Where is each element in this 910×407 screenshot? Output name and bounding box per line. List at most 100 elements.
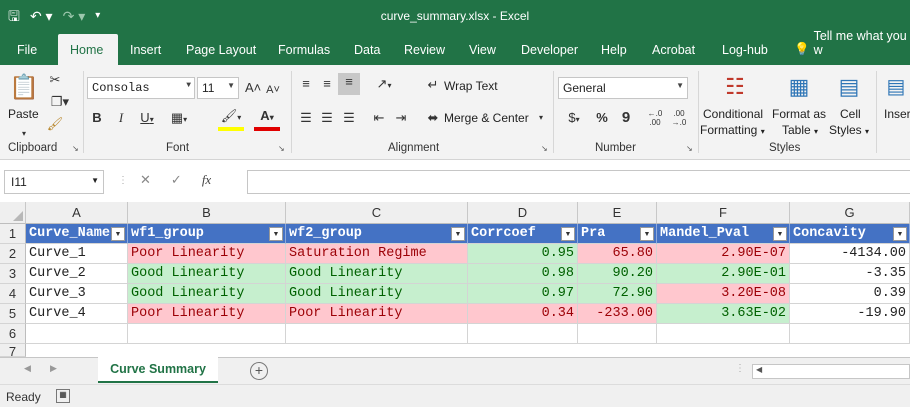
cell-styles-button[interactable]: Cell: [840, 107, 861, 121]
font-launcher-icon[interactable]: ↘: [278, 144, 285, 153]
table-cell[interactable]: Curve_4: [26, 304, 128, 324]
insert-cells-icon[interactable]: ▤: [884, 71, 908, 103]
top-align-icon[interactable]: ≡: [297, 75, 315, 93]
empty-cell[interactable]: [468, 324, 578, 344]
empty-cell[interactable]: [26, 324, 128, 344]
empty-cell[interactable]: [657, 324, 790, 344]
bold-icon[interactable]: B: [90, 109, 104, 127]
format-as-table-icon[interactable]: ▦: [782, 71, 816, 103]
font-color-icon[interactable]: A▾: [254, 107, 280, 131]
insert-cells-button[interactable]: Inser: [884, 107, 910, 121]
row-header-7[interactable]: 7: [0, 344, 26, 359]
column-header-f[interactable]: F: [657, 202, 790, 224]
filter-dropdown-icon[interactable]: ▼: [561, 227, 575, 241]
align-center-icon[interactable]: ☰: [318, 109, 336, 127]
table-cell[interactable]: 65.80: [578, 244, 657, 264]
select-all-button[interactable]: [0, 202, 26, 224]
sheet-prev-icon[interactable]: ◀: [24, 363, 31, 374]
column-header-b[interactable]: B: [128, 202, 286, 224]
table-cell[interactable]: 2.90E-01: [657, 264, 790, 284]
align-left-icon[interactable]: ☰: [297, 109, 315, 127]
row-header-2[interactable]: 2: [0, 244, 26, 264]
filter-dropdown-icon[interactable]: ▼: [111, 227, 125, 241]
filter-dropdown-icon[interactable]: ▼: [451, 227, 465, 241]
insert-function-button[interactable]: fx: [202, 172, 211, 188]
tab-acrobat[interactable]: Acrobat: [652, 34, 695, 65]
add-sheet-icon[interactable]: +: [250, 362, 268, 380]
comma-icon[interactable]: 9: [618, 109, 634, 127]
paste-button[interactable]: Paste: [8, 107, 39, 121]
number-launcher-icon[interactable]: ↘: [686, 144, 693, 153]
decrease-font-icon[interactable]: A˅: [265, 81, 281, 99]
conditional-formatting-label-2[interactable]: Formatting ▾: [700, 123, 765, 137]
table-header-cell[interactable]: Mandel_Pval ▼: [657, 224, 790, 244]
spreadsheet-grid[interactable]: A B C D E F G 1 2 3 4 5 6 7 Curve_Name ▼ …: [0, 202, 910, 359]
tab-help[interactable]: Help: [601, 34, 627, 65]
conditional-formatting-icon[interactable]: ☷: [718, 71, 752, 103]
decrease-decimal-icon[interactable]: .00 →.0: [670, 109, 688, 127]
tab-formulas[interactable]: Formulas: [278, 34, 330, 65]
table-header-cell[interactable]: Pra ▼: [578, 224, 657, 244]
paste-dropdown-icon[interactable]: ▾: [22, 125, 26, 143]
orientation-icon[interactable]: ↗▾: [370, 75, 398, 95]
table-cell[interactable]: Poor Linearity: [128, 304, 286, 324]
copy-icon[interactable]: ❐▾: [46, 93, 74, 111]
table-cell[interactable]: 2.90E-07: [657, 244, 790, 264]
formula-input[interactable]: [247, 170, 910, 194]
table-cell[interactable]: 0.97: [468, 284, 578, 304]
row-header-5[interactable]: 5: [0, 304, 26, 324]
tab-home[interactable]: Home: [58, 34, 118, 65]
table-header-cell[interactable]: Curve_Name ▼: [26, 224, 128, 244]
merge-center-icon[interactable]: ⬌: [424, 109, 442, 127]
enter-icon[interactable]: ✓: [171, 172, 182, 188]
filter-dropdown-icon[interactable]: ▼: [640, 227, 654, 241]
column-header-g[interactable]: G: [790, 202, 910, 224]
font-size-combo[interactable]: 11 ▼: [197, 77, 239, 99]
row-header-1[interactable]: 1: [0, 224, 26, 244]
tell-me-box[interactable]: 💡 Tell me what you w: [794, 29, 910, 65]
sheet-next-icon[interactable]: ▶: [50, 363, 57, 374]
filter-dropdown-icon[interactable]: ▼: [269, 227, 283, 241]
conditional-formatting-button[interactable]: Conditional: [703, 107, 763, 121]
table-cell[interactable]: -233.00: [578, 304, 657, 324]
table-cell[interactable]: 72.90: [578, 284, 657, 304]
table-cell[interactable]: Saturation Regime: [286, 244, 468, 264]
bottom-align-icon[interactable]: ≡: [338, 73, 360, 95]
merge-center-button[interactable]: Merge & Center: [444, 111, 529, 125]
scroll-left-icon[interactable]: ◀: [756, 365, 762, 374]
table-cell[interactable]: Good Linearity: [286, 264, 468, 284]
sheet-tab-curve-summary[interactable]: Curve Summary: [98, 357, 218, 383]
clipboard-launcher-icon[interactable]: ↘: [72, 144, 79, 153]
filter-dropdown-icon[interactable]: ▼: [773, 227, 787, 241]
alignment-launcher-icon[interactable]: ↘: [541, 144, 548, 153]
column-header-a[interactable]: A: [26, 202, 128, 224]
table-cell[interactable]: Curve_1: [26, 244, 128, 264]
cell-styles-label-2[interactable]: Styles ▾: [829, 123, 869, 137]
row-header-6[interactable]: 6: [0, 324, 26, 344]
table-cell[interactable]: 0.39: [790, 284, 910, 304]
column-header-e[interactable]: E: [578, 202, 657, 224]
cut-icon[interactable]: ✂: [46, 71, 64, 89]
tab-splitter-icon[interactable]: ⋮: [735, 363, 745, 374]
paste-icon[interactable]: 📋: [8, 71, 40, 105]
borders-icon[interactable]: ▦▾: [166, 109, 192, 129]
underline-icon[interactable]: U▾: [136, 109, 158, 129]
row-header-4[interactable]: 4: [0, 284, 26, 304]
horizontal-scrollbar[interactable]: ◀: [752, 364, 910, 379]
wrap-text-icon[interactable]: ↵: [424, 76, 442, 94]
table-cell[interactable]: Curve_3: [26, 284, 128, 304]
format-as-table-label-2[interactable]: Table ▾: [782, 123, 818, 137]
table-header-cell[interactable]: wf2_group ▼: [286, 224, 468, 244]
formula-bar-grip[interactable]: ⋮: [118, 175, 128, 186]
tab-developer[interactable]: Developer: [521, 34, 578, 65]
table-cell[interactable]: 0.34: [468, 304, 578, 324]
table-cell[interactable]: Poor Linearity: [286, 304, 468, 324]
table-cell[interactable]: Good Linearity: [286, 284, 468, 304]
table-cell[interactable]: Poor Linearity: [128, 244, 286, 264]
tab-page-layout[interactable]: Page Layout: [186, 34, 256, 65]
percent-icon[interactable]: %: [594, 109, 610, 127]
cancel-icon[interactable]: ✕: [140, 172, 151, 188]
fill-color-icon[interactable]: 🖌▾: [218, 107, 244, 131]
table-cell[interactable]: 3.20E-08: [657, 284, 790, 304]
middle-align-icon[interactable]: ≡: [318, 75, 336, 93]
